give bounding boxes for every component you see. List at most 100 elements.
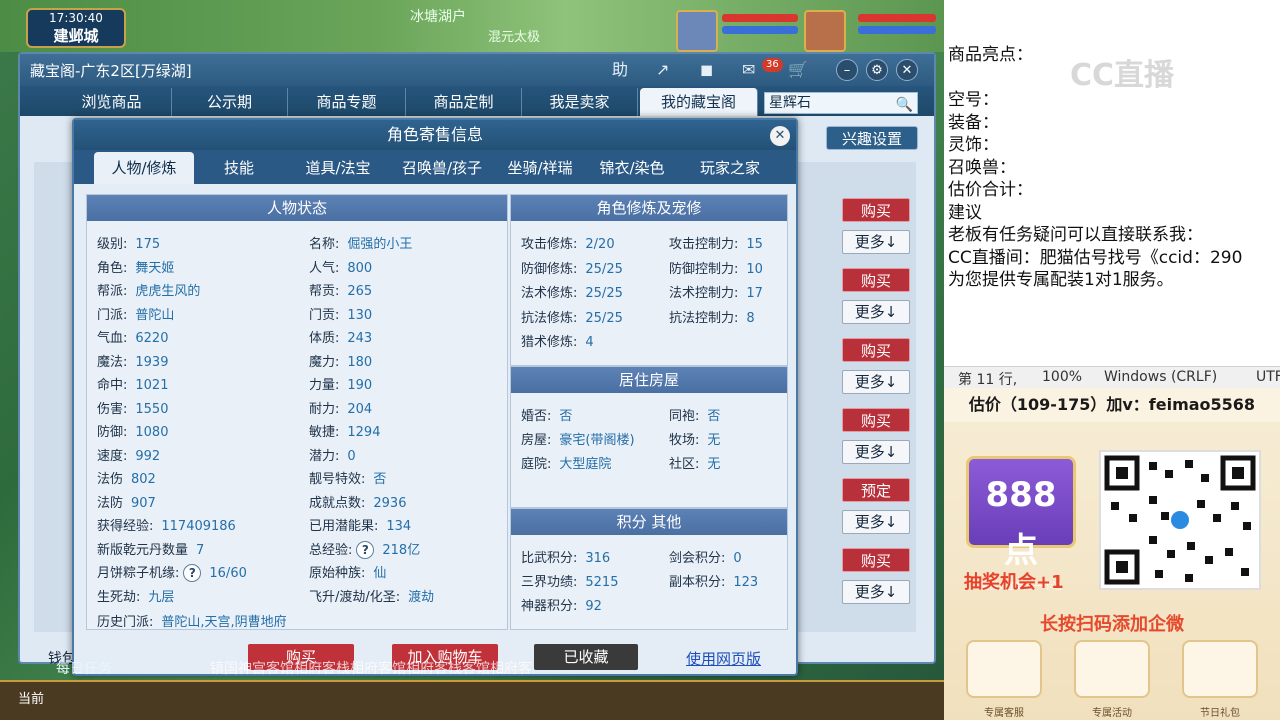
status-left-key: 获得经验: — [97, 519, 154, 534]
status-left-value: 907 — [131, 495, 156, 511]
house-key: 婚否: — [521, 409, 552, 424]
scan-instruction: 长按扫码添加企微 — [1040, 614, 1184, 635]
buy-button[interactable]: 购买 — [842, 198, 910, 222]
tab-summons[interactable]: 召唤兽/孩子 — [390, 152, 494, 184]
favorited-button[interactable]: 已收藏 — [534, 644, 638, 670]
house-key: 牧场: — [669, 433, 700, 448]
status-left-key: 魔法: — [97, 354, 128, 370]
dialog-close-icon[interactable]: ✕ — [770, 126, 790, 146]
player-hp-bar — [858, 14, 936, 22]
promo-panel: 估价（109-175）加v：feimao5568 888点 网易充值数字一卡通 … — [944, 388, 1280, 720]
tab-seller[interactable]: 我是卖家 — [522, 88, 638, 116]
tab-topics[interactable]: 商品专题 — [288, 88, 406, 116]
status-left-value: 1021 — [135, 378, 169, 393]
pet-hp-bar — [722, 14, 798, 22]
more-button[interactable]: 更多↓ — [842, 440, 910, 464]
interest-settings-button[interactable]: 兴趣设置 — [826, 126, 918, 150]
status-encoding: UTF — [1256, 369, 1280, 385]
status-right-row: 已用潜能果: 134 — [309, 515, 411, 534]
tab-character[interactable]: 人物/修炼 — [94, 152, 194, 184]
buy-button[interactable]: 购买 — [842, 408, 910, 432]
exclusive-event-icon[interactable] — [1074, 640, 1150, 698]
hud-current-channel[interactable]: 当前 — [18, 688, 44, 707]
status-left-key: 帮派: — [97, 284, 128, 299]
tab-custom[interactable]: 商品定制 — [406, 88, 522, 116]
status-right-row: 帮贡: 265 — [309, 280, 372, 299]
cultivation-row: 攻击修炼: 2/20 — [521, 233, 615, 252]
points-key: 副本积分: — [669, 575, 726, 590]
holiday-gift-label: 节日礼包 — [1200, 708, 1240, 719]
status-eol: Windows (CRLF) — [1104, 369, 1218, 385]
points-row: 比武积分: 316 — [521, 547, 610, 566]
status-left-value: 117409186 — [161, 519, 236, 534]
help-icon[interactable]: ? — [183, 564, 202, 582]
status-right-key: 已用潜能果: — [309, 519, 379, 534]
status-left-row: 防御: 1080 — [97, 421, 168, 440]
more-button[interactable]: 更多↓ — [842, 580, 910, 604]
search-icon[interactable]: 🔍 — [896, 95, 913, 115]
notepad-line: 商品亮点： — [948, 45, 1033, 65]
status-left-row: 命中: 1021 — [97, 374, 168, 393]
tab-home[interactable]: 玩家之家 — [678, 152, 782, 184]
cart-icon[interactable]: 🛒 — [788, 59, 808, 81]
settings-icon[interactable]: ⚙ — [866, 59, 888, 81]
holiday-gift-icon[interactable] — [1182, 640, 1258, 698]
search-input[interactable]: 星辉石 🔍 — [764, 92, 918, 114]
help-icon[interactable]: ? — [356, 540, 375, 559]
message-icon[interactable]: ✉ — [742, 59, 755, 81]
help-icon[interactable]: 助 — [612, 59, 628, 81]
game-top-strip — [0, 0, 944, 52]
status-right-row: 人气: 800 — [309, 257, 372, 276]
customer-service-icon[interactable] — [966, 640, 1042, 698]
reserve-button[interactable]: 预定 — [842, 478, 910, 502]
tab-my-cbg[interactable]: 我的藏宝阁 — [640, 88, 758, 116]
cultivation-key: 抗法修炼: — [521, 310, 578, 326]
close-icon[interactable]: ✕ — [896, 59, 918, 81]
cultivation-value: 25/25 — [585, 310, 623, 326]
minimize-icon[interactable]: – — [836, 59, 858, 81]
house-row: 社区: 无 — [669, 453, 720, 472]
tab-items[interactable]: 道具/法宝 — [286, 152, 390, 184]
more-button[interactable]: 更多↓ — [842, 230, 910, 254]
stop-icon[interactable]: ◼ — [700, 59, 713, 81]
use-web-link[interactable]: 使用网页版 — [686, 648, 761, 669]
more-button[interactable]: 更多↓ — [842, 510, 910, 534]
tab-outfits[interactable]: 锦衣/染色 — [586, 152, 678, 184]
tab-browse[interactable]: 浏览商品 — [52, 88, 172, 116]
tab-skills[interactable]: 技能 — [198, 152, 280, 184]
buy-button[interactable]: 购买 — [842, 268, 910, 292]
status-right-value: 渡劫 — [408, 589, 435, 605]
role-consignment-dialog: 角色寄售信息 ✕ 人物/修炼 技能 道具/法宝 召唤兽/孩子 坐骑/祥瑞 锦衣/… — [72, 118, 798, 676]
status-left-key: 气血: — [97, 331, 128, 346]
status-left-row: 月饼粽子机缘:? 16/60 — [97, 562, 247, 582]
more-button[interactable]: 更多↓ — [842, 370, 910, 394]
control-key: 抗法控制力: — [669, 310, 739, 326]
status-left-row: 气血: 6220 — [97, 327, 168, 346]
more-button[interactable]: 更多↓ — [842, 300, 910, 324]
tab-public[interactable]: 公示期 — [172, 88, 288, 116]
player-portrait[interactable] — [804, 10, 846, 52]
status-right-value: 1294 — [347, 425, 381, 440]
points-value: 0 — [733, 551, 742, 566]
qr-code[interactable] — [1099, 450, 1261, 590]
dialog-title-text: 角色寄售信息 — [386, 125, 483, 144]
share-icon[interactable]: ↗ — [656, 59, 669, 81]
status-right-key: 力量: — [309, 378, 340, 393]
tab-mounts[interactable]: 坐骑/祥瑞 — [494, 152, 586, 184]
buy-button[interactable]: 购买 — [842, 338, 910, 362]
status-right-key: 敏捷: — [309, 425, 340, 440]
dialog-tabs: 人物/修炼 技能 道具/法宝 召唤兽/孩子 坐骑/祥瑞 锦衣/染色 玩家之家 — [74, 150, 796, 184]
cultivation-row: 猎术修炼: 4 — [521, 331, 594, 350]
message-count-badge: 36 — [762, 58, 783, 72]
buy-button[interactable]: 购买 — [842, 548, 910, 572]
daily-task-link[interactable]: 每日任务 — [56, 658, 112, 678]
house-panel-header: 居住房屋 — [511, 367, 787, 393]
pet-portrait[interactable] — [676, 10, 718, 52]
status-left-value: 6220 — [135, 331, 169, 346]
scrolling-message: 镇国神宫客馆相府客栈相府客馆相府客栈客馆相府客 — [210, 661, 532, 677]
house-row: 婚否: 否 — [521, 405, 572, 424]
notepad-line: 建议 — [948, 202, 982, 223]
points-key: 比武积分: — [521, 551, 578, 566]
house-value: 大型庭院 — [559, 457, 612, 472]
status-left-value: 802 — [131, 472, 156, 487]
